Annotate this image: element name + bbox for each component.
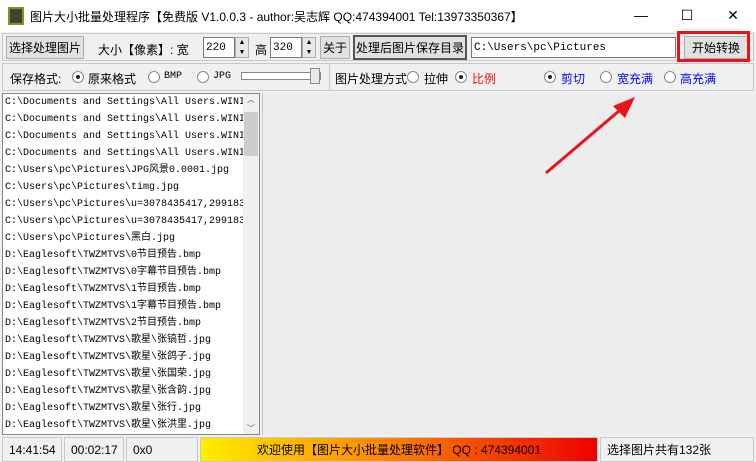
scrollbar-thumb[interactable] xyxy=(244,112,258,156)
file-list-item[interactable]: D:\Eaglesoft\TWZMTVS\歌星\张镐哲.jpg xyxy=(3,332,243,349)
fill-width-label: 宽充满 xyxy=(617,72,654,86)
status-time: 14:41:54 xyxy=(2,437,62,462)
width-spinner[interactable]: ▲ ▼ xyxy=(235,37,249,58)
file-list-item[interactable]: D:\Eaglesoft\TWZMTVS\歌星\张鸽子.jpg xyxy=(3,349,243,366)
preview-pane xyxy=(262,93,756,435)
size-label: 大小【像素】: 宽 xyxy=(98,43,189,57)
format-jpg-label: JPG xyxy=(213,71,232,82)
file-list-item[interactable]: D:\Eaglesoft\TWZMTVS\0节目预告.bmp xyxy=(3,247,243,264)
format-bmp-radio[interactable] xyxy=(148,71,160,83)
status-elapsed: 00:02:17 xyxy=(64,437,124,462)
format-bmp-label: BMP xyxy=(164,71,183,82)
minimize-button[interactable]: — xyxy=(618,0,664,30)
file-list-item[interactable]: C:\Documents and Settings\All Users.WINI xyxy=(3,94,243,111)
status-count: 选择图片共有132张 xyxy=(600,437,754,462)
height-input[interactable]: 320 xyxy=(270,37,302,58)
crop-radio[interactable] xyxy=(544,71,556,83)
format-jpg-radio[interactable] xyxy=(197,71,209,83)
method-stretch-label: 拉伸 xyxy=(424,72,449,86)
file-list-item[interactable]: D:\Eaglesoft\TWZMTVS\歌星\张洪里.jpg xyxy=(3,417,243,434)
file-list-item[interactable]: D:\Eaglesoft\TWZMTVS\歌星\张行.jpg xyxy=(3,400,243,417)
close-button[interactable]: ✕ xyxy=(710,0,756,30)
file-list-item[interactable]: C:\Documents and Settings\All Users.WINI xyxy=(3,111,243,128)
output-dir-input[interactable]: C:\Users\pc\Pictures xyxy=(471,37,676,58)
file-list-item[interactable]: C:\Users\pc\Pictures\黑白.jpg xyxy=(3,230,243,247)
list-scrollbar[interactable]: ︿ ﹀ xyxy=(243,94,259,434)
about-button[interactable]: 关于 xyxy=(320,36,350,59)
status-banner: 欢迎使用【图片大小批量处理软件】 QQ : 474394001 xyxy=(200,437,598,462)
file-list-item[interactable]: D:\Eaglesoft\TWZMTVS\歌星\张含韵.jpg xyxy=(3,383,243,400)
height-spinner[interactable]: ▲ ▼ xyxy=(302,37,316,58)
crop-label: 剪切 xyxy=(561,72,586,86)
method-ratio-radio[interactable] xyxy=(455,71,467,83)
file-list-item[interactable]: D:\Eaglesoft\TWZMTVS\1节目预告.bmp xyxy=(3,281,243,298)
method-stretch-radio[interactable] xyxy=(407,71,419,83)
width-input[interactable]: 220 xyxy=(203,37,235,58)
fill-height-radio[interactable] xyxy=(664,71,676,83)
jpg-quality-slider[interactable] xyxy=(241,72,321,80)
format-label: 保存格式: xyxy=(10,72,62,86)
select-images-button[interactable]: 选择处理图片 xyxy=(6,36,84,59)
file-list-item[interactable]: D:\Eaglesoft\TWZMTVS\歌星\张国荣.jpg xyxy=(3,366,243,383)
fill-width-radio[interactable] xyxy=(600,71,612,83)
file-list-item[interactable]: D:\Eaglesoft\TWZMTVS\2节目预告.bmp xyxy=(3,315,243,332)
maximize-button[interactable]: ☐ xyxy=(664,0,710,30)
status-dims: 0x0 xyxy=(126,437,198,462)
title-bar: 图片大小批量处理程序【免费版 V1.0.0.3 - author:吴志辉 QQ:… xyxy=(0,0,756,32)
highlight-box xyxy=(677,31,750,62)
slider-thumb[interactable] xyxy=(310,68,320,84)
format-original-label: 原来格式 xyxy=(88,72,137,86)
file-list-item[interactable]: D:\Eaglesoft\TWZMTVS\1字幕节目预告.bmp xyxy=(3,298,243,315)
file-list-item[interactable]: C:\Users\pc\Pictures\u=3078435417,299183 xyxy=(3,196,243,213)
file-list-item[interactable]: C:\Documents and Settings\All Users.WINI xyxy=(3,128,243,145)
file-list-item[interactable]: C:\Users\pc\Pictures\timg.jpg xyxy=(3,179,243,196)
file-list[interactable]: C:\Documents and Settings\All Users.WINI… xyxy=(2,93,260,435)
file-list-item[interactable]: C:\Users\pc\Pictures\JPG风景0.0001.jpg xyxy=(3,162,243,179)
height-label: 高 xyxy=(255,43,268,57)
window-title: 图片大小批量处理程序【免费版 V1.0.0.3 - author:吴志辉 QQ:… xyxy=(30,9,523,24)
file-list-item[interactable]: D:\Eaglesoft\TWZMTVS\0字幕节目预告.bmp xyxy=(3,264,243,281)
file-list-item[interactable]: C:\Documents and Settings\All Users.WINI xyxy=(3,145,243,162)
file-list-item[interactable]: C:\Users\pc\Pictures\u=3078435417,299183 xyxy=(3,213,243,230)
app-icon xyxy=(8,7,24,25)
red-arrow-annotation xyxy=(545,97,635,175)
output-dir-button[interactable]: 处理后图片保存目录 xyxy=(353,35,467,60)
method-ratio-label: 比例 xyxy=(472,72,497,86)
fill-height-label: 高充满 xyxy=(680,72,717,86)
format-original-radio[interactable] xyxy=(72,71,84,83)
method-label: 图片处理方式 xyxy=(335,72,408,86)
